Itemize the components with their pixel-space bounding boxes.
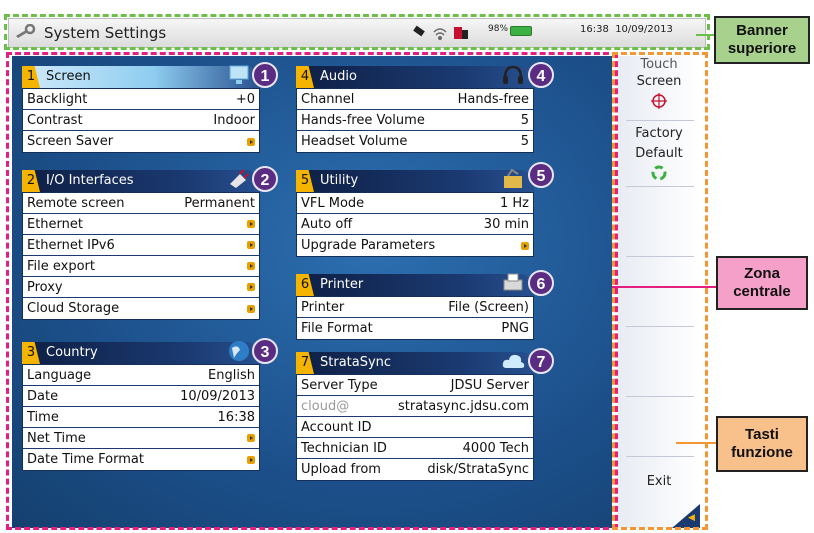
- fkeys-callout: Tasti funzione: [716, 416, 808, 472]
- central-callout: Zona centrale: [716, 256, 808, 310]
- central-frame: [6, 52, 618, 530]
- banner-leader: [696, 34, 716, 36]
- banner-frame: [4, 14, 710, 50]
- central-leader: [612, 286, 716, 288]
- fkeys-leader: [676, 442, 716, 444]
- banner-callout: Banner superiore: [714, 16, 810, 64]
- fkeys-frame: [612, 52, 708, 530]
